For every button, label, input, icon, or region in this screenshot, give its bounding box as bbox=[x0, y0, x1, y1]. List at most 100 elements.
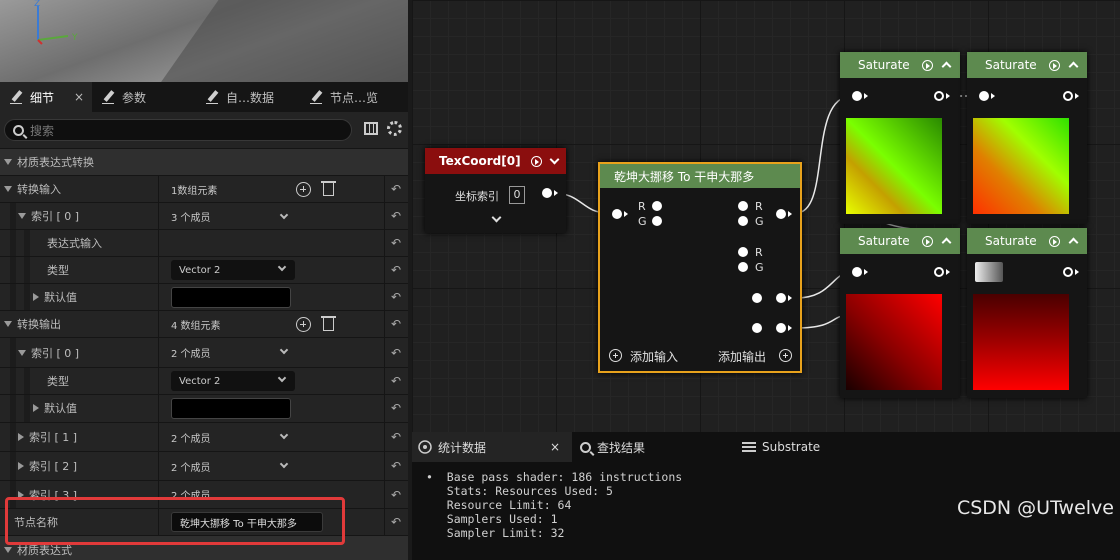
preview-toggle-icon[interactable] bbox=[922, 60, 933, 71]
reset-icon[interactable]: ↶ bbox=[391, 182, 401, 196]
input-pin[interactable] bbox=[979, 91, 989, 101]
saturate-node-2[interactable]: Saturate bbox=[967, 52, 1087, 224]
add-element-icon[interactable] bbox=[296, 182, 311, 197]
reset-icon[interactable]: ↶ bbox=[391, 488, 401, 502]
collapse-arrow-icon[interactable] bbox=[18, 349, 26, 356]
reset-icon[interactable]: ↶ bbox=[391, 317, 401, 331]
saturate-node-header[interactable]: Saturate bbox=[840, 52, 960, 78]
input-pin[interactable] bbox=[612, 209, 622, 219]
saturate-node-3[interactable]: Saturate bbox=[840, 228, 960, 398]
chevron-down-icon[interactable] bbox=[279, 430, 289, 440]
expand-arrow-icon[interactable] bbox=[18, 433, 24, 441]
g-pin[interactable] bbox=[738, 262, 748, 272]
output-pin[interactable] bbox=[1063, 91, 1073, 101]
collapse-arrow-icon[interactable] bbox=[18, 213, 26, 219]
reset-icon[interactable]: ↶ bbox=[391, 236, 401, 250]
tab-find-results[interactable]: 查找结果 bbox=[580, 432, 645, 462]
pin-label-r: R bbox=[755, 246, 763, 259]
prop-label: 转换输入 bbox=[17, 183, 61, 196]
saturate-node-header[interactable]: Saturate bbox=[967, 228, 1087, 254]
g-pin[interactable] bbox=[652, 216, 662, 226]
g-pin[interactable] bbox=[738, 216, 748, 226]
tab-custom-data[interactable]: 自…数据 bbox=[196, 82, 300, 112]
output-pin[interactable] bbox=[776, 293, 786, 303]
r-pin[interactable] bbox=[652, 201, 662, 211]
expand-chevron-icon[interactable] bbox=[491, 212, 502, 223]
chevron-down-icon[interactable] bbox=[279, 210, 289, 220]
expand-arrow-icon[interactable] bbox=[33, 404, 39, 412]
output-pin[interactable] bbox=[542, 188, 552, 198]
add-output-icon[interactable] bbox=[779, 349, 792, 362]
collapse-up-icon[interactable] bbox=[941, 237, 952, 248]
expand-arrow-icon[interactable] bbox=[33, 293, 39, 301]
gear-icon[interactable] bbox=[387, 121, 402, 136]
collapse-up-icon[interactable] bbox=[1068, 237, 1079, 248]
reset-icon[interactable]: ↶ bbox=[391, 430, 401, 444]
saturate-node-header[interactable]: Saturate bbox=[967, 52, 1087, 78]
collapse-arrow-icon[interactable] bbox=[4, 321, 12, 327]
output-pin[interactable] bbox=[934, 91, 944, 101]
output-pin[interactable] bbox=[752, 293, 762, 303]
search-input[interactable]: 搜索 bbox=[4, 119, 352, 141]
reset-icon[interactable]: ↶ bbox=[391, 401, 401, 415]
tab-details[interactable]: 细节 × bbox=[0, 82, 92, 112]
chevron-down-icon[interactable] bbox=[549, 154, 560, 165]
texcoord-node[interactable]: TexCoord[0] 坐标索引 0 bbox=[425, 148, 566, 233]
reset-icon[interactable]: ↶ bbox=[391, 346, 401, 360]
saturate-node-1[interactable]: Saturate bbox=[840, 52, 960, 224]
table-view-icon[interactable] bbox=[364, 122, 378, 135]
saturate-node-header[interactable]: Saturate bbox=[840, 228, 960, 254]
type-dropdown[interactable]: Vector 2 bbox=[171, 371, 295, 391]
chevron-down-icon[interactable] bbox=[279, 345, 289, 355]
reset-icon[interactable]: ↶ bbox=[391, 209, 401, 223]
expand-arrow-icon[interactable] bbox=[18, 462, 24, 470]
tab-substrate[interactable]: Substrate bbox=[742, 432, 820, 462]
output-pin[interactable] bbox=[934, 267, 944, 277]
coordinate-index-field[interactable]: 0 bbox=[509, 186, 525, 204]
reset-icon[interactable]: ↶ bbox=[391, 263, 401, 277]
preview-toggle-icon[interactable] bbox=[531, 156, 542, 167]
collapse-up-icon[interactable] bbox=[1068, 61, 1079, 72]
section-material-expression-transform[interactable]: 材质表达式转换 bbox=[0, 148, 408, 175]
prop-value: 3 个成员 bbox=[171, 212, 211, 224]
input-pin[interactable] bbox=[852, 267, 862, 277]
transform-node[interactable]: 乾坤大挪移 To 干申大那多 R G R G R G 添加输入 添加输出 bbox=[598, 162, 802, 373]
reset-icon[interactable]: ↶ bbox=[391, 515, 401, 529]
add-element-icon[interactable] bbox=[296, 317, 311, 332]
texcoord-node-header[interactable]: TexCoord[0] bbox=[425, 148, 566, 174]
default-value-field[interactable] bbox=[171, 398, 291, 419]
collapse-up-icon[interactable] bbox=[941, 61, 952, 72]
output-pin[interactable] bbox=[776, 209, 786, 219]
saturate-node-4[interactable]: Saturate bbox=[967, 228, 1087, 398]
output-pin[interactable] bbox=[776, 323, 786, 333]
default-value-field[interactable] bbox=[171, 287, 291, 308]
preview-toggle-icon[interactable] bbox=[922, 236, 933, 247]
add-input-icon[interactable] bbox=[609, 349, 622, 362]
reset-icon[interactable]: ↶ bbox=[391, 459, 401, 473]
chevron-down-icon[interactable] bbox=[279, 459, 289, 469]
trash-icon[interactable] bbox=[321, 316, 336, 331]
tab-node-preview[interactable]: 节点…览 bbox=[300, 82, 408, 112]
collapse-arrow-icon[interactable] bbox=[4, 186, 12, 192]
close-icon[interactable]: × bbox=[74, 90, 84, 104]
r-pin[interactable] bbox=[738, 201, 748, 211]
type-dropdown[interactable]: Vector 2 bbox=[171, 260, 295, 280]
material-graph-canvas[interactable]: TexCoord[0] 坐标索引 0 乾坤大挪移 To 干申大那多 R G R … bbox=[412, 0, 1120, 432]
preview-toggle-icon[interactable] bbox=[1049, 60, 1060, 71]
tab-stats[interactable]: 统计数据 × bbox=[412, 432, 572, 462]
output-pin[interactable] bbox=[752, 323, 762, 333]
reset-icon[interactable]: ↶ bbox=[391, 290, 401, 304]
add-output-label[interactable]: 添加输出 bbox=[718, 348, 766, 365]
r-pin[interactable] bbox=[738, 247, 748, 257]
trash-icon[interactable] bbox=[321, 181, 336, 196]
preview-toggle-icon[interactable] bbox=[1049, 236, 1060, 247]
viewport[interactable]: Z Y bbox=[0, 0, 408, 82]
output-pin[interactable] bbox=[1063, 267, 1073, 277]
transform-node-header[interactable]: 乾坤大挪移 To 干申大那多 bbox=[600, 164, 800, 188]
input-pin[interactable] bbox=[852, 91, 862, 101]
reset-icon[interactable]: ↶ bbox=[391, 374, 401, 388]
close-icon[interactable]: × bbox=[550, 440, 560, 454]
tab-parameters[interactable]: 参数 bbox=[92, 82, 196, 112]
add-input-label[interactable]: 添加输入 bbox=[630, 348, 678, 365]
input-pin-selected[interactable] bbox=[975, 262, 1003, 282]
